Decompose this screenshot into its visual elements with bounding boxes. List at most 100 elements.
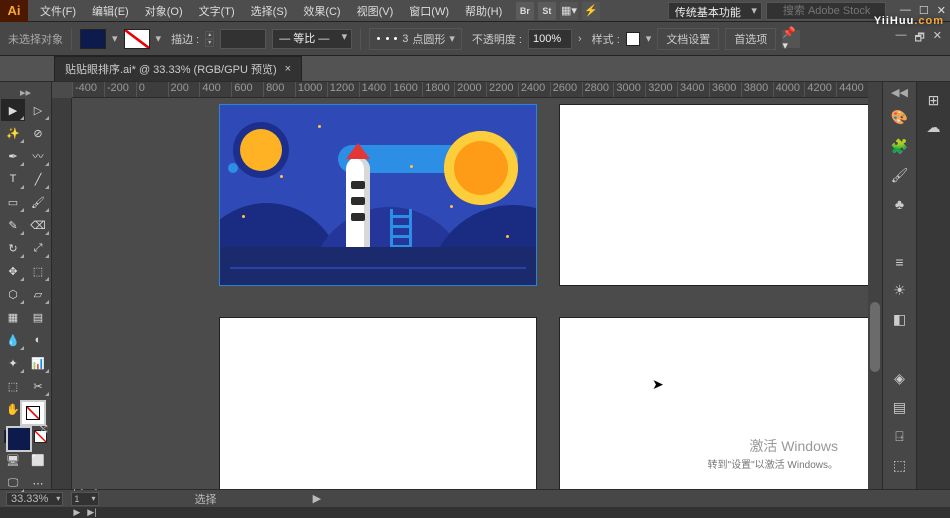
draw-normal-icon[interactable]: 🖥 bbox=[1, 449, 25, 471]
curvature-tool[interactable]: 〰 bbox=[26, 145, 50, 167]
ruler-horizontal[interactable]: -400-20002004006008001000120014001600180… bbox=[72, 82, 868, 98]
menu-edit[interactable]: 编辑(E) bbox=[86, 0, 135, 22]
style-label: 样式 : bbox=[592, 31, 620, 47]
mesh-tool[interactable]: ▦ bbox=[1, 306, 25, 328]
search-input[interactable] bbox=[766, 2, 886, 20]
titlebar-min-icon[interactable]: — bbox=[895, 29, 906, 48]
right-dock-collapsed[interactable]: ◀◀ 🎨 🧩 🖌 ♣ ≡ ☀ ◧ ◈ ▤ ⍈ ⬚ bbox=[882, 82, 916, 489]
menu-help[interactable]: 帮助(H) bbox=[459, 0, 508, 22]
document-tab[interactable]: 贴贴眼排序.ai* @ 33.33% (RGB/GPU 预览) × bbox=[54, 56, 302, 81]
paintbrush-tool[interactable]: 🖌 bbox=[26, 191, 50, 213]
column-graph-tool[interactable]: 📊 bbox=[26, 352, 50, 374]
maximize-button[interactable]: ☐ bbox=[919, 4, 929, 17]
artboard-3[interactable] bbox=[220, 318, 536, 489]
stroke-weight-input[interactable] bbox=[220, 29, 266, 49]
fill-color-swatch[interactable] bbox=[80, 29, 106, 49]
free-transform-tool[interactable]: ⬚ bbox=[26, 260, 50, 282]
perspective-tool[interactable]: ▱ bbox=[26, 283, 50, 305]
scrollbar-thumb[interactable] bbox=[870, 302, 880, 372]
transparency-panel-icon[interactable]: ◧ bbox=[893, 311, 906, 328]
draw-behind-icon[interactable]: ⬜ bbox=[26, 449, 50, 471]
type-tool[interactable]: T bbox=[1, 168, 25, 190]
ruler-vertical[interactable] bbox=[52, 98, 72, 489]
appearance-panel-icon[interactable]: ◈ bbox=[894, 370, 905, 387]
canvas-area[interactable]: -400-20002004006008001000120014001600180… bbox=[52, 82, 868, 489]
shape-builder-tool[interactable]: ⬡ bbox=[1, 283, 25, 305]
blend-tool[interactable]: ◐ bbox=[26, 329, 50, 351]
selection-tool[interactable]: ▶ bbox=[1, 99, 25, 121]
stroke-label: 描边 : bbox=[171, 31, 199, 47]
no-selection-label: 未选择对象 bbox=[8, 31, 63, 47]
last-artboard-button[interactable]: ▶| bbox=[85, 507, 98, 517]
vertical-scrollbar[interactable] bbox=[868, 82, 882, 489]
swatches-panel-icon[interactable]: 🧩 bbox=[891, 138, 908, 155]
layers-panel-icon[interactable]: ▤ bbox=[893, 399, 906, 416]
brushes-panel-icon[interactable]: 🖌 bbox=[891, 167, 909, 184]
artboard-index-dropdown[interactable]: 1 bbox=[71, 492, 98, 506]
dock-expand-icon[interactable]: ◀◀ bbox=[883, 82, 916, 99]
cursor-icon: ➤ bbox=[652, 376, 664, 393]
arrange-icon[interactable]: ▦▾ bbox=[560, 2, 578, 20]
width-tool[interactable]: ✥ bbox=[1, 260, 25, 282]
stroke-weight-spinner[interactable]: ▴▾ bbox=[205, 31, 214, 47]
scale-tool[interactable]: ⤢ bbox=[26, 237, 50, 259]
menu-select[interactable]: 选择(S) bbox=[245, 0, 294, 22]
gradient-tool[interactable]: ▤ bbox=[26, 306, 50, 328]
pin-options-icon[interactable]: 📌▾ bbox=[782, 30, 800, 48]
line-tool[interactable]: ╱ bbox=[26, 168, 50, 190]
symbol-sprayer-tool[interactable]: ✦ bbox=[1, 352, 25, 374]
brush-definition[interactable]: 3 点圆形 ▾ bbox=[369, 28, 462, 50]
rotate-tool[interactable]: ↻ bbox=[1, 237, 25, 259]
rectangle-tool[interactable]: ▭ bbox=[1, 191, 25, 213]
menu-type[interactable]: 文字(T) bbox=[193, 0, 241, 22]
gpu-icon[interactable]: ⚡ bbox=[582, 2, 600, 20]
artboard-2[interactable] bbox=[560, 105, 868, 285]
asset-export-icon[interactable]: ⍈ bbox=[895, 428, 903, 445]
lasso-tool[interactable]: ⊘ bbox=[26, 122, 50, 144]
variable-width-profile[interactable]: — 等比 — bbox=[272, 29, 352, 49]
menu-object[interactable]: 对象(O) bbox=[139, 0, 189, 22]
stroke-panel-icon[interactable]: ≡ bbox=[895, 254, 903, 270]
magic-wand-tool[interactable]: ✨ bbox=[1, 122, 25, 144]
stroke-color-swatch[interactable] bbox=[124, 29, 150, 49]
minimize-button[interactable]: — bbox=[900, 4, 911, 17]
tools-handle[interactable]: ▸▸ bbox=[0, 86, 51, 99]
titlebar-close-icon[interactable]: ✕ bbox=[933, 29, 942, 48]
bridge-icon[interactable]: Br bbox=[516, 2, 534, 20]
status-triangle-icon[interactable]: ▶ bbox=[313, 492, 321, 505]
libraries-panel-icon[interactable]: ☁ bbox=[927, 119, 941, 136]
direct-selection-tool[interactable]: ▷ bbox=[26, 99, 50, 121]
gradient-panel-icon[interactable]: ☀ bbox=[893, 282, 906, 299]
eraser-tool[interactable]: ⌫ bbox=[26, 214, 50, 236]
artboards-panel-icon[interactable]: ⬚ bbox=[893, 457, 906, 474]
opacity-input[interactable] bbox=[528, 29, 572, 49]
preferences-button[interactable]: 首选项 bbox=[725, 28, 776, 50]
properties-panel-icon[interactable]: ⊞ bbox=[928, 92, 940, 109]
eyedropper-tool[interactable]: 💧 bbox=[1, 329, 25, 351]
next-artboard-button[interactable]: ▶ bbox=[71, 507, 82, 517]
stroke-swatch[interactable] bbox=[20, 400, 46, 426]
zoom-level-dropdown[interactable]: 33.33% bbox=[6, 492, 63, 506]
pen-tool[interactable]: ✒ bbox=[1, 145, 25, 167]
artboard-tool[interactable]: ⬚ bbox=[1, 375, 25, 397]
artboard-1[interactable] bbox=[220, 105, 536, 285]
symbols-panel-icon[interactable]: ♣ bbox=[895, 196, 904, 212]
close-button[interactable]: ✕ bbox=[937, 4, 946, 17]
color-panel-icon[interactable]: 🎨 bbox=[891, 109, 908, 126]
status-bar: 33.33% |◀ ◀ 1 ▶ ▶| 选择 ▶ bbox=[0, 489, 950, 507]
menu-effect[interactable]: 效果(C) bbox=[297, 0, 346, 22]
slice-tool[interactable]: ✂ bbox=[26, 375, 50, 397]
right-dock-cclibs[interactable]: ⊞ ☁ bbox=[916, 82, 950, 489]
document-tab-close[interactable]: × bbox=[285, 63, 291, 75]
workspace-switcher[interactable]: 传统基本功能 bbox=[668, 2, 762, 20]
document-setup-button[interactable]: 文档设置 bbox=[657, 28, 719, 50]
status-select-label: 选择 bbox=[195, 491, 217, 507]
stock-icon[interactable]: St bbox=[538, 2, 556, 20]
menu-window[interactable]: 窗口(W) bbox=[403, 0, 455, 22]
artboards-container: ➤ bbox=[72, 98, 868, 489]
titlebar-restore-icon[interactable]: 🗗 bbox=[914, 29, 924, 48]
menu-file[interactable]: 文件(F) bbox=[34, 0, 82, 22]
menu-view[interactable]: 视图(V) bbox=[351, 0, 400, 22]
graphic-style-swatch[interactable] bbox=[626, 32, 640, 46]
shaper-tool[interactable]: ✎ bbox=[1, 214, 25, 236]
